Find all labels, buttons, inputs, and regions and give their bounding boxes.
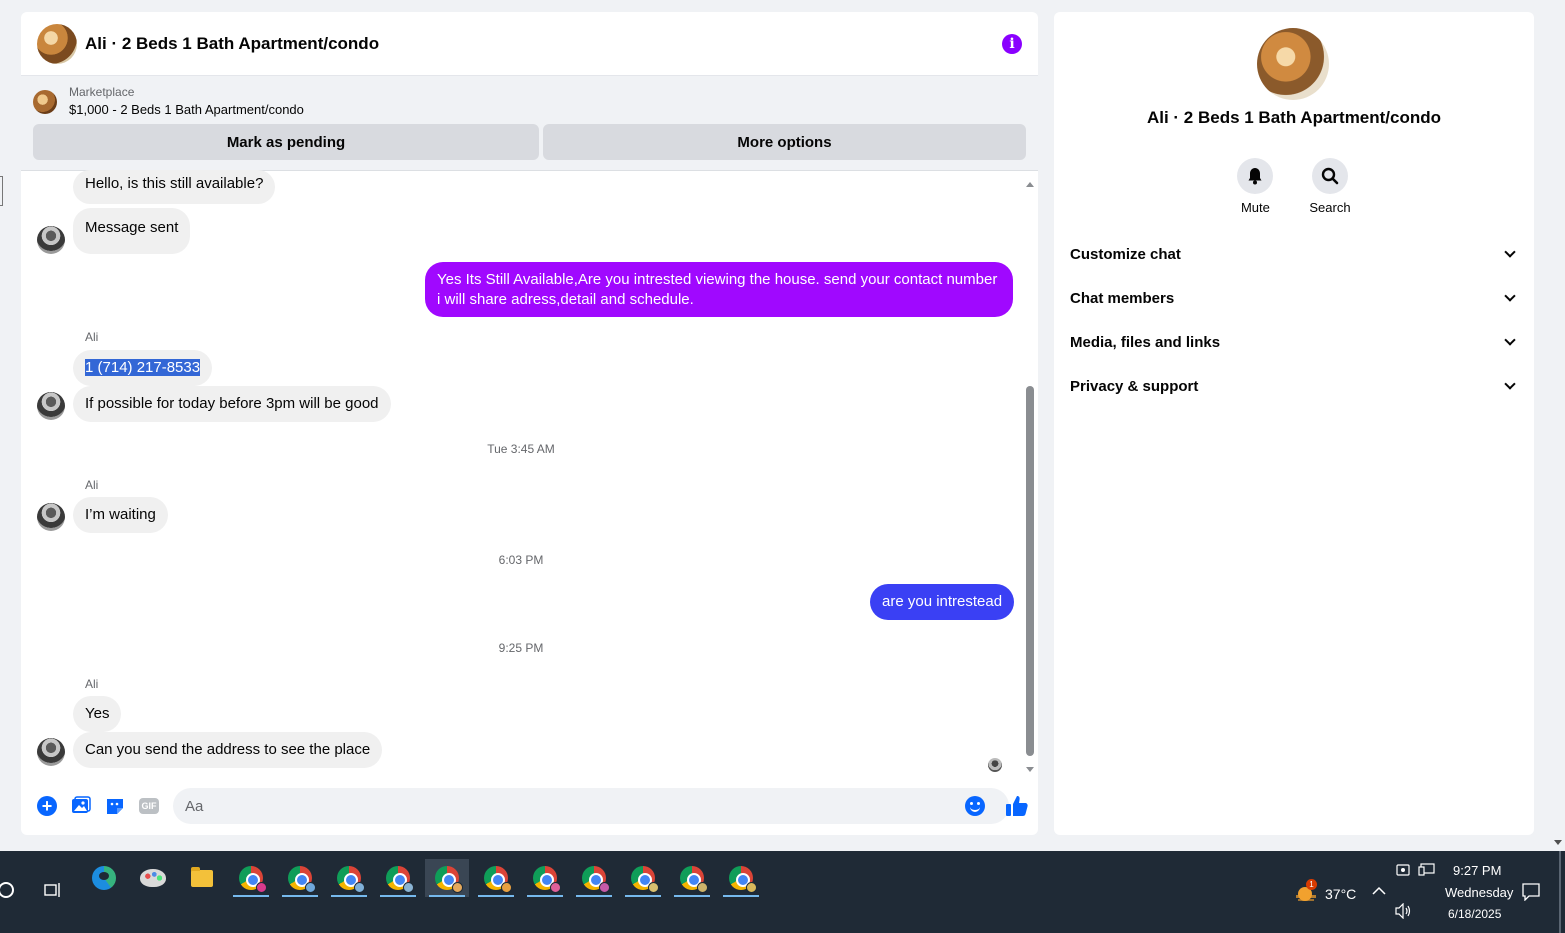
- section-privacy-support[interactable]: Privacy & support: [1054, 364, 1534, 408]
- section-chat-members[interactable]: Chat members: [1054, 276, 1534, 320]
- timestamp: Tue 3:45 AM: [487, 442, 555, 456]
- chevron-down-icon: [1504, 290, 1516, 302]
- chevron-up-icon[interactable]: [1372, 883, 1386, 900]
- file-explorer-icon[interactable]: [180, 859, 224, 897]
- scroll-thumb[interactable]: [1026, 386, 1034, 756]
- listing-avatar-large[interactable]: [1257, 28, 1329, 100]
- scroll-up-arrow-icon[interactable]: [1026, 182, 1034, 187]
- edge-browser-icon[interactable]: [82, 859, 126, 897]
- outgoing-message-bubble[interactable]: Yes Its Still Available,Are you intreste…: [425, 262, 1013, 317]
- thumbs-up-icon[interactable]: [1005, 794, 1029, 818]
- page-scrollbar[interactable]: [1551, 0, 1565, 851]
- chrome-profile-icon[interactable]: [670, 859, 714, 897]
- message-input[interactable]: [173, 788, 1009, 824]
- sender-avatar[interactable]: [37, 503, 65, 531]
- chevron-down-icon: [1504, 334, 1516, 346]
- marketplace-label: Marketplace: [69, 85, 135, 99]
- section-label: Chat members: [1070, 289, 1175, 307]
- network-icon[interactable]: [1418, 863, 1436, 881]
- sticker-icon[interactable]: [105, 796, 125, 816]
- outgoing-message-bubble[interactable]: are you intrestead: [870, 584, 1015, 620]
- message-bubble[interactable]: If possible for today before 3pm will be…: [73, 386, 391, 422]
- chrome-profile-icon[interactable]: [425, 859, 469, 897]
- info-title: Ali · 2 Beds 1 Bath Apartment/condo: [1146, 108, 1442, 127]
- photo-icon[interactable]: [71, 796, 91, 816]
- mark-as-pending-button[interactable]: Mark as pending: [33, 124, 539, 160]
- paint-app-icon[interactable]: [131, 859, 175, 897]
- section-label: Privacy & support: [1070, 377, 1199, 395]
- sender-avatar[interactable]: [37, 738, 65, 766]
- section-label: Media, files and links: [1070, 333, 1221, 351]
- message-bubble[interactable]: 1 (714) 217-8533: [73, 350, 213, 386]
- message-bubble[interactable]: Hello, is this still available?: [73, 170, 276, 204]
- sender-avatar[interactable]: [37, 226, 65, 254]
- search-icon[interactable]: [1311, 158, 1348, 194]
- bell-icon[interactable]: [1237, 158, 1274, 194]
- chat-panel: Ali · 2 Beds 1 Bath Apartment/condo i Ma…: [21, 12, 1038, 835]
- meet-now-icon[interactable]: [1396, 863, 1410, 881]
- chrome-profile-icon[interactable]: [229, 859, 273, 897]
- chat-title[interactable]: Ali · 2 Beds 1 Bath Apartment/condo: [85, 34, 379, 54]
- volume-icon[interactable]: [1394, 902, 1412, 923]
- search-circle-icon[interactable]: [0, 871, 28, 909]
- clock-date[interactable]: 6/18/2025: [1448, 907, 1501, 921]
- temperature[interactable]: 37°C: [1325, 886, 1356, 902]
- weather-badge: 1: [1306, 879, 1317, 890]
- chrome-profile-icon[interactable]: [621, 859, 665, 897]
- listing-avatar[interactable]: [37, 23, 77, 64]
- message-list[interactable]: Hello, is this still available? Message …: [21, 170, 1021, 772]
- chat-header: Ali · 2 Beds 1 Bath Apartment/condo i: [21, 12, 1038, 76]
- clock-day[interactable]: Wednesday: [1445, 885, 1513, 900]
- timestamp: 6:03 PM: [498, 553, 544, 567]
- message-bubble[interactable]: Can you send the address to see the plac…: [73, 732, 383, 768]
- marketplace-bar: Marketplace $1,000 - 2 Beds 1 Bath Apart…: [21, 76, 1038, 171]
- section-customize-chat[interactable]: Customize chat: [1054, 232, 1534, 276]
- notification-center-icon[interactable]: [1522, 883, 1540, 905]
- message-bubble[interactable]: Message sent: [73, 208, 191, 254]
- seen-indicator-avatar: [988, 758, 1002, 772]
- conversation-info-panel: Ali · 2 Beds 1 Bath Apartment/condo Mute…: [1054, 12, 1534, 835]
- message-bubble[interactable]: Yes: [73, 696, 122, 732]
- gif-icon[interactable]: GIF: [139, 798, 159, 814]
- chrome-profile-icon[interactable]: [474, 859, 518, 897]
- search-button[interactable]: Search: [1309, 158, 1351, 215]
- task-view-icon[interactable]: [31, 871, 75, 909]
- weather-icon[interactable]: 1: [1294, 879, 1317, 901]
- windows-taskbar: 1 37°C 9:27 PM Wednesday 6/18/2025: [0, 851, 1565, 933]
- listing-price-title[interactable]: $1,000 - 2 Beds 1 Bath Apartment/condo: [69, 100, 304, 120]
- listing-thumbnail[interactable]: [33, 90, 57, 114]
- plus-icon[interactable]: +: [37, 796, 57, 816]
- mute-label: Mute: [1240, 200, 1270, 215]
- chrome-profile-icon[interactable]: [278, 859, 322, 897]
- section-media-files-links[interactable]: Media, files and links: [1054, 320, 1534, 364]
- sender-name: Ali: [85, 677, 99, 691]
- chrome-profile-icon[interactable]: [572, 859, 616, 897]
- chrome-profile-icon[interactable]: [327, 859, 371, 897]
- sender-name: Ali: [85, 478, 99, 492]
- show-desktop-strip[interactable]: [1559, 851, 1561, 933]
- chevron-down-icon: [1504, 378, 1516, 390]
- timestamp: 9:25 PM: [498, 641, 544, 655]
- emoji-icon[interactable]: [965, 796, 985, 816]
- mute-button[interactable]: Mute: [1237, 158, 1274, 215]
- section-label: Customize chat: [1070, 245, 1181, 263]
- phone-number[interactable]: 1 (714) 217-8533: [85, 359, 201, 376]
- chrome-profile-icon[interactable]: [523, 859, 567, 897]
- sender-avatar[interactable]: [37, 392, 65, 420]
- scroll-down-arrow-icon[interactable]: [1026, 767, 1034, 772]
- message-scrollbar[interactable]: [1023, 178, 1037, 776]
- message-bubble[interactable]: I’m waiting: [73, 497, 168, 533]
- search-label: Search: [1309, 200, 1351, 215]
- more-options-button[interactable]: More options: [543, 124, 1026, 160]
- chrome-profile-icon[interactable]: [376, 859, 420, 897]
- clock-time[interactable]: 9:27 PM: [1453, 863, 1501, 878]
- chevron-down-icon: [1504, 246, 1516, 258]
- message-composer: + GIF: [21, 784, 1038, 828]
- scroll-down-arrow-icon[interactable]: [1554, 840, 1562, 845]
- info-icon[interactable]: i: [1002, 33, 1022, 54]
- left-edge-handle: [0, 176, 3, 206]
- chrome-profile-icon[interactable]: [719, 859, 763, 897]
- sender-name: Ali: [85, 330, 99, 344]
